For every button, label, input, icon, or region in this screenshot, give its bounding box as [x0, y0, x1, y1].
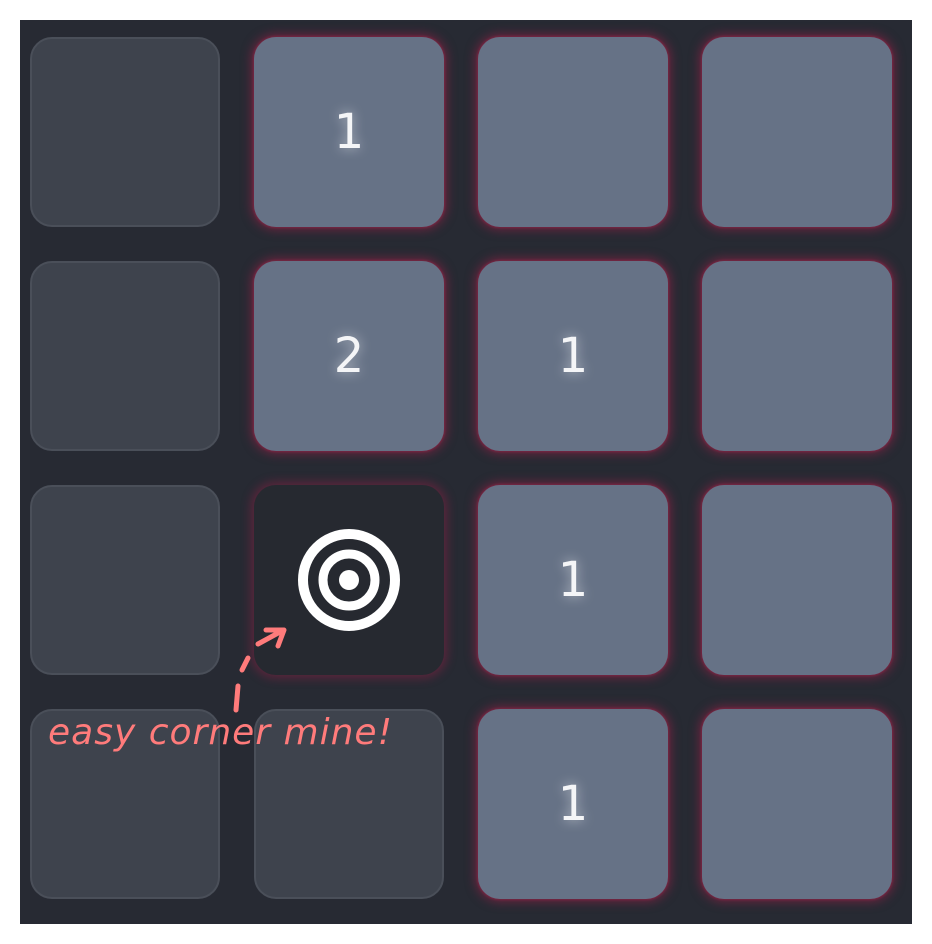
cell-r1-c2[interactable]: 1	[478, 261, 668, 451]
cell-r1-c3[interactable]	[702, 261, 892, 451]
cell-r0-c3[interactable]	[702, 37, 892, 227]
cell-r2-c0	[30, 485, 220, 675]
cell-number: 1	[557, 328, 589, 384]
cell-r1-c1[interactable]: 2	[254, 261, 444, 451]
cell-r0-c1[interactable]: 1	[254, 37, 444, 227]
cell-number: 2	[333, 328, 365, 384]
cell-r0-c2[interactable]	[478, 37, 668, 227]
cell-r2-c3[interactable]	[702, 485, 892, 675]
cell-number: 1	[557, 552, 589, 608]
dashed-arrow-icon	[233, 627, 287, 713]
cell-r1-c0	[30, 261, 220, 451]
cell-number: 1	[333, 104, 365, 160]
cell-r2-c2[interactable]: 1	[478, 485, 668, 675]
cell-number: 1	[557, 776, 589, 832]
target-icon	[298, 529, 400, 631]
annotation-text: easy corner mine!	[48, 712, 394, 753]
game-board: 1 2 1 1 1	[20, 20, 912, 924]
cell-r0-c0	[30, 37, 220, 227]
cell-r3-c3[interactable]	[702, 709, 892, 899]
cell-r3-c2[interactable]: 1	[478, 709, 668, 899]
